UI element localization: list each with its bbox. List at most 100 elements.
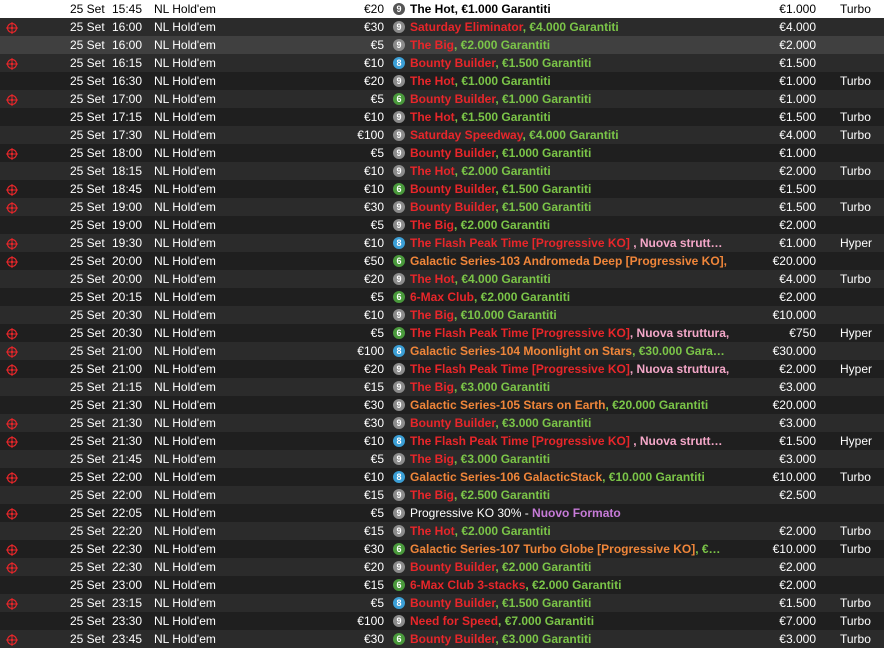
table-size-badge: 9 [393,75,405,87]
tournament-row[interactable]: 25 Set 18:15 NL Hold'em €10 9 The Hot, €2.000… [0,162,884,180]
tournament-title: Galactic Series-106 GalacticStack, €10.0… [410,468,760,486]
tournament-row[interactable]: 25 Set 21:30 NL Hold'em €10 8 The Flash Peak … [0,432,884,450]
tournament-title: Galactic Series-105 Stars on Earth, €20.… [410,396,760,414]
tournament-name: Galactic Series-105 Stars on Earth [410,398,606,412]
table-size-badge: 9 [393,417,405,429]
tournament-row[interactable]: 25 Set 20:00 NL Hold'em €20 9 The Hot, €4.000… [0,270,884,288]
tournament-row[interactable]: 25 Set 23:30 NL Hold'em €100 9 Need for Speed… [0,612,884,630]
tournament-buyin: €5 [370,596,384,610]
tournament-game: NL Hold'em [154,110,216,124]
tournament-name: Progressive KO 30% - [410,506,533,520]
tournament-title: Saturday Speedway, €4.000 Garantiti [410,126,760,144]
tournament-row[interactable]: 25 Set 20:00 NL Hold'em €50 6 Galactic Series… [0,252,884,270]
tournament-guarantee: , €7.000 Garantiti [498,614,595,628]
tournament-row[interactable]: 25 Set 15:45 NL Hold'em €20 9 The Hot, €1.000… [0,0,884,18]
tournament-row[interactable]: 25 Set 22:00 NL Hold'em €15 9 The Big, €2.500… [0,486,884,504]
tournament-row[interactable]: 25 Set 18:45 NL Hold'em €10 6 Bounty Builder,… [0,180,884,198]
tournament-speed: Turbo [840,164,871,178]
tournament-guarantee: , €2.000 Garantiti [525,578,622,592]
tournament-title: The Flash Peak Time [Progressive KO], Nu… [410,324,760,342]
tournament-guarantee: , €4.000 Garantiti [454,272,551,286]
tournament-row[interactable]: 25 Set 19:30 NL Hold'em €10 8 The Flash Peak … [0,234,884,252]
tournament-title: The Big, €3.000 Garantiti [410,450,760,468]
tournament-title: The Big, €2.000 Garantiti [410,36,760,54]
tournament-row[interactable]: 25 Set 20:15 NL Hold'em €5 6 6-Max Club, €2.0… [0,288,884,306]
table-size-badge: 6 [393,291,405,303]
tournament-row[interactable]: 25 Set 21:00 NL Hold'em €100 8 Galactic Serie… [0,342,884,360]
tournament-game: NL Hold'em [154,218,216,232]
table-size-badge: 9 [393,3,405,15]
tournament-row[interactable]: 25 Set 19:00 NL Hold'em €5 9 The Big, €2.000 … [0,216,884,234]
tournament-game: NL Hold'em [154,614,216,628]
tournament-time: 21:30 [112,416,143,430]
tournament-buyin: €10 [363,470,384,484]
tournament-row[interactable]: 25 Set 21:15 NL Hold'em €15 9 The Big, €3.000… [0,378,884,396]
tournament-game: NL Hold'em [154,2,216,16]
tournament-prize: €7.000 [779,614,816,628]
tournament-row[interactable]: 25 Set 21:00 NL Hold'em €20 9 The Flash Peak … [0,360,884,378]
tournament-time: 17:15 [112,110,143,124]
tournament-row[interactable]: 25 Set 21:45 NL Hold'em €5 9 The Big, €3.000 … [0,450,884,468]
tournament-time: 20:30 [112,308,143,322]
tournament-row[interactable]: 25 Set 22:30 NL Hold'em €20 9 Bounty Builder,… [0,558,884,576]
bounty-target-icon [6,21,18,34]
table-size-badge: 9 [393,561,405,573]
tournament-row[interactable]: 25 Set 23:00 NL Hold'em €15 6 6-Max Club 3-st… [0,576,884,594]
tournament-guarantee: , €2.000 Garantiti [495,560,592,574]
tournament-title: Bounty Builder, €1.500 Garantiti [410,180,760,198]
tournament-title: The Hot, €1.500 Garantiti [410,108,760,126]
tournament-row[interactable]: 25 Set 16:15 NL Hold'em €10 8 Bounty Builder,… [0,54,884,72]
tournament-name: The Hot [410,74,455,88]
tournament-time: 18:15 [112,164,143,178]
tournament-row[interactable]: 25 Set 17:15 NL Hold'em €10 9 The Hot, €1.500… [0,108,884,126]
tournament-date: 25 Set [70,524,105,538]
tournament-row[interactable]: 25 Set 22:05 NL Hold'em €5 9 Progressive KO 3… [0,504,884,522]
tournament-speed: Turbo [840,128,871,142]
tournament-row[interactable]: 25 Set 16:00 NL Hold'em €5 9 The Big, €2.000 … [0,36,884,54]
tournament-row[interactable]: 25 Set 20:30 NL Hold'em €5 6 The Flash Peak T… [0,324,884,342]
bounty-target-icon [6,183,18,196]
tournament-prize: €1.000 [779,92,816,106]
tournament-row[interactable]: 25 Set 23:45 NL Hold'em €30 6 Bounty Builder,… [0,630,884,648]
tournament-title: 6-Max Club, €2.000 Garantiti [410,288,760,306]
tournament-row[interactable]: 25 Set 16:00 NL Hold'em €30 9 Saturday Elimin… [0,18,884,36]
tournament-buyin: €15 [363,524,384,538]
tournament-date: 25 Set [70,218,105,232]
tournament-game: NL Hold'em [154,146,216,160]
bounty-target-icon [6,363,18,376]
table-size-badge: 9 [393,111,405,123]
table-size-badge: 9 [393,309,405,321]
tournament-row[interactable]: 25 Set 20:30 NL Hold'em €10 9 The Big, €10.00… [0,306,884,324]
bounty-target-icon [6,471,18,484]
table-size-badge: 9 [393,507,405,519]
tournament-date: 25 Set [70,632,105,646]
tournament-row[interactable]: 25 Set 21:30 NL Hold'em €30 9 Bounty Builder,… [0,414,884,432]
tournament-row[interactable]: 25 Set 22:30 NL Hold'em €30 6 Galactic Series… [0,540,884,558]
tournament-date: 25 Set [70,200,105,214]
tournament-row[interactable]: 25 Set 22:00 NL Hold'em €10 8 Galactic Series… [0,468,884,486]
tournament-row[interactable]: 25 Set 22:20 NL Hold'em €15 9 The Hot, €2.000… [0,522,884,540]
tournament-row[interactable]: 25 Set 16:30 NL Hold'em €20 9 The Hot, €1.000… [0,72,884,90]
tournament-time: 20:15 [112,290,143,304]
tournament-time: 22:30 [112,560,143,574]
table-size-badge: 9 [393,489,405,501]
tournament-title: The Big, €2.500 Garantiti [410,486,760,504]
tournament-date: 25 Set [70,38,105,52]
table-size-badge: 9 [393,363,405,375]
tournament-buyin: €20 [363,2,384,16]
tournament-row[interactable]: 25 Set 18:00 NL Hold'em €5 9 Bounty Builder, … [0,144,884,162]
tournament-row[interactable]: 25 Set 19:00 NL Hold'em €30 9 Bounty Builder,… [0,198,884,216]
tournament-game: NL Hold'em [154,632,216,646]
tournament-row[interactable]: 25 Set 21:30 NL Hold'em €30 9 Galactic Series… [0,396,884,414]
tournament-title: Bounty Builder, €3.000 Garantiti [410,414,760,432]
bounty-target-icon [6,93,18,106]
tournament-row[interactable]: 25 Set 23:15 NL Hold'em €5 8 Bounty Builder, … [0,594,884,612]
tournament-date: 25 Set [70,164,105,178]
tournament-game: NL Hold'em [154,236,216,250]
tournament-row[interactable]: 25 Set 17:00 NL Hold'em €5 6 Bounty Builder, … [0,90,884,108]
tournament-guarantee: Nuovo Formato [532,506,621,520]
tournament-buyin: €50 [363,254,384,268]
tournament-row[interactable]: 25 Set 17:30 NL Hold'em €100 9 Saturday Speed… [0,126,884,144]
tournament-time: 15:45 [112,2,143,16]
tournament-date: 25 Set [70,398,105,412]
